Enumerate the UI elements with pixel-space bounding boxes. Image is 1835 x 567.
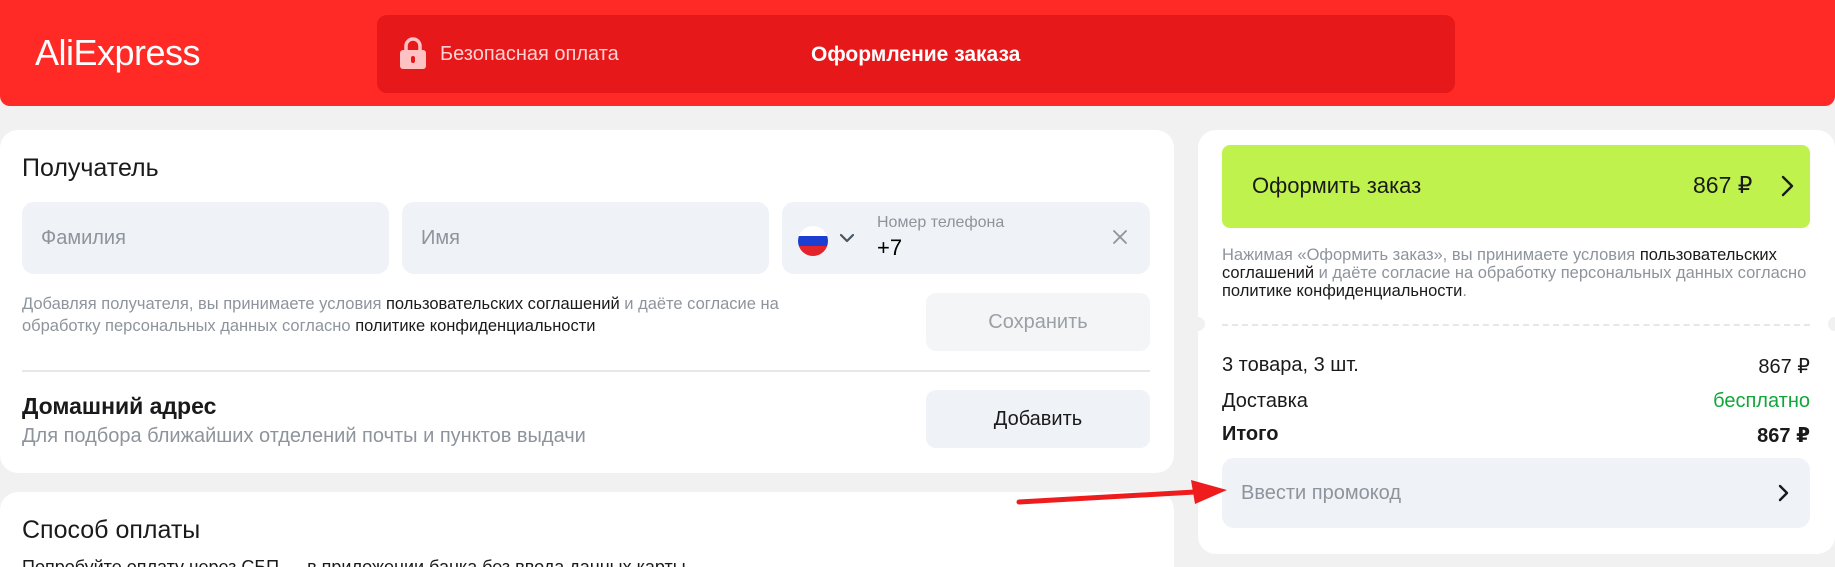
first-name-placeholder: Имя xyxy=(421,227,460,249)
russia-flag-icon[interactable] xyxy=(798,226,828,256)
last-name-placeholder: Фамилия xyxy=(41,227,126,249)
privacy-policy-link[interactable]: политике конфиденциальности xyxy=(355,317,595,335)
recipient-title: Получатель xyxy=(22,154,159,182)
phone-input[interactable]: Номер телефона +7 xyxy=(782,202,1150,274)
header-panel: Безопасная оплата Оформление заказа xyxy=(377,15,1455,93)
place-order-button[interactable]: Оформить заказ 867 ₽ xyxy=(1222,145,1810,228)
recipient-consent-text: Добавляя получателя, вы принимаете услов… xyxy=(22,293,812,337)
home-address-title: Домашний адрес xyxy=(22,393,217,419)
place-order-label: Оформить заказ xyxy=(1252,173,1422,198)
page-title: Оформление заказа xyxy=(811,43,1021,66)
secure-payment-label: Безопасная оплата xyxy=(440,43,619,65)
phone-value[interactable]: +7 xyxy=(877,235,902,261)
first-name-input[interactable]: Имя xyxy=(402,202,769,274)
total-value: 867 ₽ xyxy=(1757,425,1810,447)
annotation-arrow-icon xyxy=(1016,480,1227,505)
payment-method-title: Способ оплаты xyxy=(22,516,201,544)
terms-text-2: и даёте согласие на обработку персональн… xyxy=(1314,264,1807,282)
terms-privacy-policy-link[interactable]: политике конфиденциальности xyxy=(1222,282,1462,300)
place-order-price: 867 ₽ xyxy=(1693,172,1753,198)
delivery-value: бесплатно xyxy=(1713,390,1810,412)
header: AliExpress Безопасная оплата Оформление … xyxy=(0,0,1835,106)
items-value: 867 ₽ xyxy=(1758,356,1810,378)
chevron-right-icon xyxy=(1781,175,1794,197)
terms-text-1: Нажимая «Оформить заказ», вы принимаете … xyxy=(1222,246,1640,264)
aliexpress-logo[interactable]: AliExpress xyxy=(35,32,201,74)
lock-icon xyxy=(400,37,426,69)
promo-code-button[interactable]: Ввести промокод xyxy=(1222,458,1810,528)
items-label: 3 товара, 3 шт. xyxy=(1222,354,1359,376)
phone-label: Номер телефона xyxy=(877,214,1005,231)
user-agreements-link[interactable]: пользовательских соглашений xyxy=(386,295,620,313)
promo-code-placeholder: Ввести промокод xyxy=(1241,482,1402,504)
items-row: 3 товара, 3 шт. 867 ₽ xyxy=(1222,354,1810,378)
chevron-right-icon xyxy=(1778,484,1789,502)
add-address-button[interactable]: Добавить xyxy=(926,390,1150,448)
dashed-divider xyxy=(1222,324,1810,326)
ticket-notch-right xyxy=(1828,317,1835,331)
terms-text-3: . xyxy=(1462,282,1467,300)
ticket-notch-left xyxy=(1191,317,1205,331)
divider xyxy=(22,370,1150,372)
consent-text-1: Добавляя получателя, вы принимаете услов… xyxy=(22,295,386,313)
delivery-label: Доставка xyxy=(1222,390,1308,412)
total-row: Итого 867 ₽ xyxy=(1222,423,1810,447)
home-address-subtitle: Для подбора ближайших отделений почты и … xyxy=(22,425,586,447)
close-icon[interactable] xyxy=(1112,229,1128,245)
total-label: Итого xyxy=(1222,423,1279,445)
last-name-input[interactable]: Фамилия xyxy=(22,202,389,274)
order-terms-text: Нажимая «Оформить заказ», вы принимаете … xyxy=(1222,246,1812,300)
chevron-down-icon[interactable] xyxy=(838,229,856,247)
delivery-row: Доставка бесплатно xyxy=(1222,390,1810,413)
payment-method-subtitle: Попробуйте оплату через СБП — в приложен… xyxy=(22,557,686,567)
save-button[interactable]: Сохранить xyxy=(926,293,1150,351)
